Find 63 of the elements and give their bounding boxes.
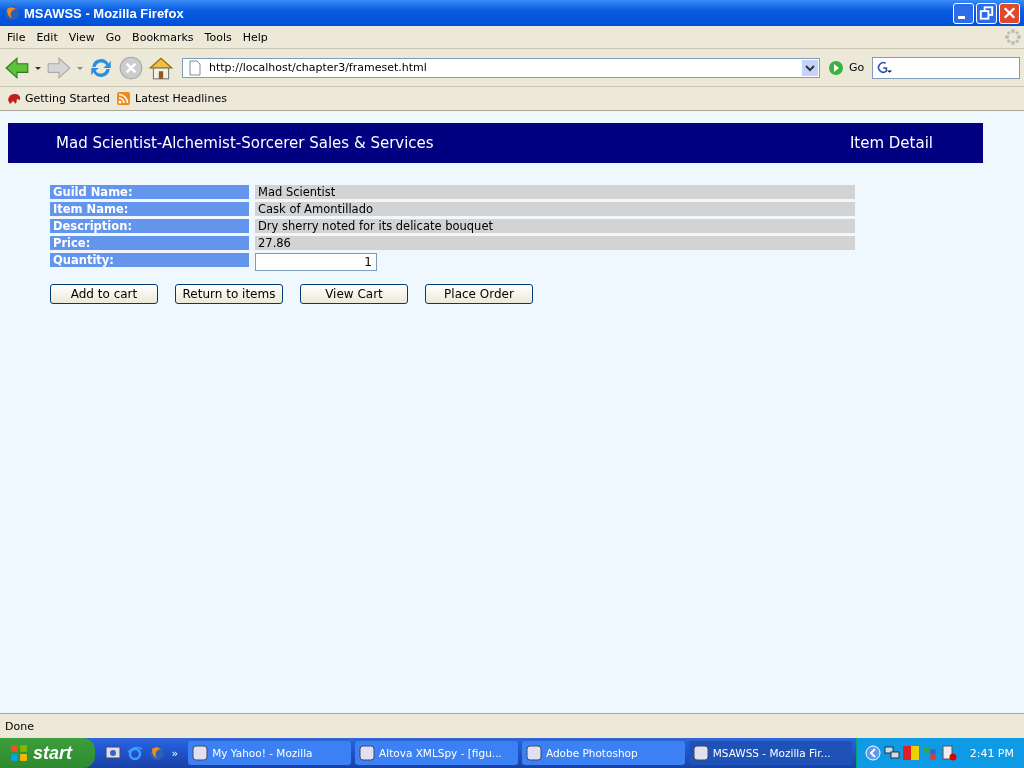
form-button[interactable]: Add to cart	[50, 284, 158, 304]
search-field[interactable]	[872, 56, 1020, 79]
go-button[interactable]: Go	[824, 59, 869, 76]
field-value: Cask of Amontillado	[255, 202, 855, 216]
search-engine-icon[interactable]	[876, 59, 893, 76]
status-text: Done	[5, 719, 34, 733]
taskbar-button[interactable]: My Yahoo! - Mozilla	[188, 741, 352, 765]
network-icon[interactable]	[883, 745, 900, 761]
app-icon	[359, 745, 376, 761]
field-label: Quantity:	[50, 253, 249, 267]
firewall-icon[interactable]	[902, 745, 919, 761]
document-icon[interactable]	[940, 745, 957, 761]
form-button[interactable]: View Cart	[300, 284, 408, 304]
menu-item[interactable]: Go	[101, 30, 129, 44]
minimize-icon	[958, 16, 965, 19]
bookmark-link[interactable]: Getting Started	[6, 90, 111, 107]
site-title: Mad Scientist-Alchemist-Sorcerer Sales & Services	[56, 134, 434, 152]
quantity-field[interactable]: 1	[255, 253, 377, 271]
address-field[interactable]: http://localhost/chapter3/frameset.html	[182, 57, 820, 78]
menu-item[interactable]: Help	[238, 30, 275, 44]
taskbar-button[interactable]: Altova XMLSpy - [figu...	[355, 741, 518, 765]
close-button[interactable]	[999, 2, 1020, 24]
app-icon	[692, 745, 709, 761]
app-icon	[525, 745, 542, 761]
globe-icon[interactable]	[149, 745, 166, 761]
field-label: Description:	[50, 219, 249, 233]
menu-item[interactable]: Bookmarks	[128, 30, 201, 44]
more-button[interactable]: »	[171, 746, 179, 760]
stop-icon[interactable]	[118, 54, 144, 81]
back-arrow-icon[interactable]	[4, 54, 30, 81]
field-label: Guild Name:	[50, 185, 249, 199]
field-value: Dry sherry noted for its delicate bouquet	[255, 219, 855, 233]
menu-item[interactable]: Tools	[200, 30, 239, 44]
section-title: Item Detail	[849, 134, 933, 152]
restore-icon	[977, 3, 996, 23]
taskbar-button[interactable]: Adobe Photoshop	[521, 741, 685, 765]
chevron-left-icon[interactable]	[864, 745, 881, 761]
page-icon	[187, 59, 203, 76]
clock: 2:41 PM	[969, 746, 1014, 760]
field-label: Item Name:	[50, 202, 249, 216]
field-label: Price:	[50, 236, 249, 250]
globe-icon	[4, 5, 20, 21]
field-value: Mad Scientist	[255, 185, 855, 199]
menu-item[interactable]: View	[64, 30, 102, 44]
minimize-button[interactable]	[953, 2, 974, 24]
rss-icon	[116, 90, 133, 107]
restore-button[interactable]	[976, 2, 997, 24]
menu-item[interactable]: Edit	[32, 30, 65, 44]
windows-flag-icon	[10, 744, 28, 762]
field-value: 27.86	[255, 236, 855, 250]
taskbar-button[interactable]: MSAWSS - Mozilla Fir...	[688, 741, 852, 765]
throbber-icon	[1005, 29, 1021, 45]
dropdown-icon[interactable]	[802, 59, 818, 76]
form-button[interactable]: Place Order	[425, 284, 533, 304]
app-icon	[192, 745, 209, 761]
bookmark-link[interactable]: Latest Headlines	[116, 90, 227, 107]
browser-icon[interactable]	[127, 745, 144, 761]
form-button[interactable]: Return to items	[175, 284, 283, 304]
play-icon	[828, 59, 844, 76]
menu-item[interactable]: File	[3, 30, 33, 44]
window-title: MSAWSS - Mozilla Firefox	[24, 5, 185, 21]
desktop-icon[interactable]	[105, 745, 122, 761]
start-button[interactable]: start	[0, 738, 96, 768]
